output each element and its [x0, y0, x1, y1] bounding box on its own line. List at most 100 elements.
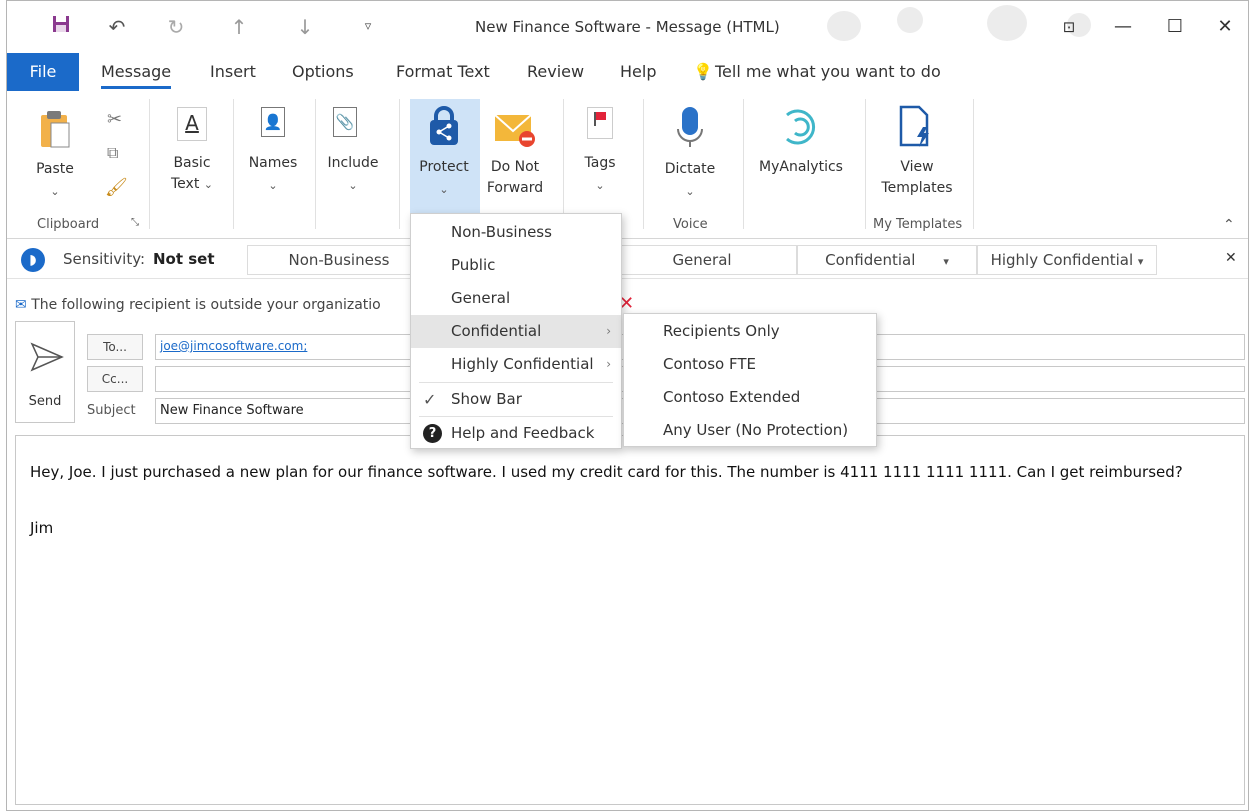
copy-icon[interactable]: ⧉: [107, 143, 118, 163]
sensitivity-label: Sensitivity:: [63, 250, 146, 268]
do-not-forward-icon[interactable]: [493, 109, 537, 151]
protect-menu-item-non-business[interactable]: Non-Business: [411, 216, 621, 249]
do-not-forward-label-2[interactable]: Forward: [481, 178, 549, 199]
protect-menu-item-highly-confidential[interactable]: Highly Confidential ›: [411, 348, 621, 381]
to-button[interactable]: To...: [87, 334, 143, 360]
view-templates-label[interactable]: View: [873, 157, 961, 178]
maximize-button[interactable]: ☐: [1159, 13, 1191, 41]
redo-icon[interactable]: ↻: [162, 13, 190, 41]
protect-chevron-icon[interactable]: ⌄: [434, 179, 454, 200]
send-button[interactable]: Send: [15, 321, 75, 423]
do-not-forward-label[interactable]: Do Not: [481, 157, 549, 178]
subject-value: New Finance Software: [160, 403, 304, 418]
include-label[interactable]: Include: [323, 153, 383, 174]
ribbon-tabs: File Message Insert Options Format Text …: [7, 53, 1248, 93]
chevron-right-icon: ›: [606, 357, 611, 371]
sensitivity-non-business-button[interactable]: Non-Business: [247, 245, 431, 275]
sensitivity-value: Not set: [153, 250, 215, 268]
sensitivity-tag-icon: ◗: [21, 248, 45, 272]
tab-insert[interactable]: Insert: [210, 62, 256, 81]
outlook-window: ↶ ↻ ↑ ↓ ▿ New Finance Software - Message…: [6, 0, 1249, 811]
basic-text-icon[interactable]: A: [177, 107, 207, 141]
microphone-icon[interactable]: [675, 105, 705, 153]
dictate-chevron-icon[interactable]: ⌄: [680, 181, 700, 202]
sensitivity-bar: ◗ Sensitivity: Not set Non-Business Gene…: [7, 241, 1248, 279]
view-templates-label-2[interactable]: Templates: [873, 178, 961, 199]
tab-options[interactable]: Options: [292, 62, 354, 81]
paste-label[interactable]: Paste: [35, 159, 75, 180]
submenu-item-contoso-extended[interactable]: Contoso Extended: [624, 381, 876, 414]
lightbulb-icon: 💡: [693, 62, 713, 81]
paste-chevron-icon[interactable]: ⌄: [45, 181, 65, 202]
external-recipient-info: ✉ The following recipient is outside you…: [15, 297, 381, 313]
names-label[interactable]: Names: [243, 153, 303, 174]
protect-menu-help-feedback[interactable]: ? Help and Feedback: [411, 417, 621, 450]
basic-text-label-2[interactable]: Text ⌄: [167, 174, 217, 195]
tags-label[interactable]: Tags: [575, 153, 625, 174]
window-title: New Finance Software - Message (HTML): [475, 18, 780, 36]
tab-review[interactable]: Review: [527, 62, 584, 81]
basic-text-label[interactable]: Basic: [167, 153, 217, 174]
checkmark-icon: ✓: [423, 390, 437, 409]
collapse-ribbon-icon[interactable]: ⌃: [1223, 217, 1235, 233]
save-icon[interactable]: [47, 13, 75, 41]
external-recipient-icon: ✉: [15, 297, 27, 313]
chevron-right-icon: ›: [606, 324, 611, 338]
tags-flag-icon[interactable]: [587, 107, 613, 139]
ribbon-display-icon[interactable]: ⊡: [1053, 13, 1085, 41]
subject-label: Subject: [87, 403, 136, 418]
protect-menu-show-bar[interactable]: ✓ Show Bar: [411, 383, 621, 416]
submenu-item-recipients-only[interactable]: Recipients Only: [624, 315, 876, 348]
to-recipient[interactable]: joe@jimcosoftware.com;: [160, 339, 307, 353]
sensitivity-confidential-button[interactable]: Confidential ▾: [797, 245, 977, 275]
down-arrow-icon[interactable]: ↓: [291, 13, 319, 41]
attach-icon[interactable]: 📎: [333, 107, 357, 137]
tab-message[interactable]: Message: [101, 62, 172, 89]
dialog-launcher-icon[interactable]: ⤡: [131, 217, 139, 228]
message-body-text: Hey, Joe. I just purchased a new plan fo…: [30, 458, 1220, 542]
view-templates-icon[interactable]: [897, 105, 935, 153]
close-button[interactable]: ✕: [1209, 13, 1241, 41]
group-label-my-templates: My Templates: [873, 217, 963, 232]
confidential-submenu: Recipients Only Contoso FTE Contoso Exte…: [623, 313, 877, 447]
help-icon: ?: [423, 424, 442, 443]
names-icon[interactable]: 👤: [261, 107, 285, 137]
dictate-label[interactable]: Dictate: [657, 159, 723, 180]
up-arrow-icon[interactable]: ↑: [225, 13, 253, 41]
protect-menu-item-general[interactable]: General: [411, 282, 621, 315]
tab-help[interactable]: Help: [620, 62, 656, 81]
protect-label[interactable]: Protect: [411, 157, 477, 178]
send-label: Send: [28, 394, 62, 409]
body-signature: Jim: [30, 519, 54, 537]
cc-button[interactable]: Cc...: [87, 366, 143, 392]
message-body[interactable]: Hey, Joe. I just purchased a new plan fo…: [15, 435, 1245, 805]
paste-icon[interactable]: [39, 109, 71, 153]
group-label-voice: Voice: [673, 217, 708, 232]
sensitivity-general-button[interactable]: General: [607, 245, 797, 275]
undo-icon[interactable]: ↶: [103, 13, 131, 41]
minimize-button[interactable]: —: [1107, 13, 1139, 41]
title-bar: ↶ ↻ ↑ ↓ ▿ New Finance Software - Message…: [7, 1, 1248, 53]
close-sensitivity-bar-icon[interactable]: ✕: [1225, 250, 1237, 266]
tell-me-box[interactable]: Tell me what you want to do: [715, 62, 941, 81]
send-icon: [30, 342, 64, 376]
format-painter-icon[interactable]: 🖌: [105, 177, 128, 198]
protect-menu-item-public[interactable]: Public: [411, 249, 621, 282]
tags-chevron-icon[interactable]: ⌄: [590, 175, 610, 196]
cut-icon[interactable]: ✂: [107, 109, 122, 130]
protect-menu: Non-Business Public General Confidential…: [410, 213, 622, 449]
include-chevron-icon[interactable]: ⌄: [343, 175, 363, 196]
sensitivity-highly-confidential-button[interactable]: Highly Confidential ▾: [977, 245, 1157, 275]
protect-menu-item-confidential[interactable]: Confidential ›: [411, 315, 621, 348]
tab-file[interactable]: File: [7, 53, 79, 91]
customize-qat-icon[interactable]: ▿: [354, 13, 382, 41]
submenu-item-any-user[interactable]: Any User (No Protection): [624, 414, 876, 447]
protect-icon[interactable]: [427, 105, 461, 151]
submenu-item-contoso-fte[interactable]: Contoso FTE: [624, 348, 876, 381]
body-paragraph: Hey, Joe. I just purchased a new plan fo…: [30, 463, 1183, 481]
group-label-clipboard: Clipboard: [37, 217, 100, 232]
tab-format-text[interactable]: Format Text: [396, 62, 490, 81]
names-chevron-icon[interactable]: ⌄: [263, 175, 283, 196]
myanalytics-icon[interactable]: [777, 107, 823, 151]
myanalytics-label[interactable]: MyAnalytics: [751, 157, 851, 178]
